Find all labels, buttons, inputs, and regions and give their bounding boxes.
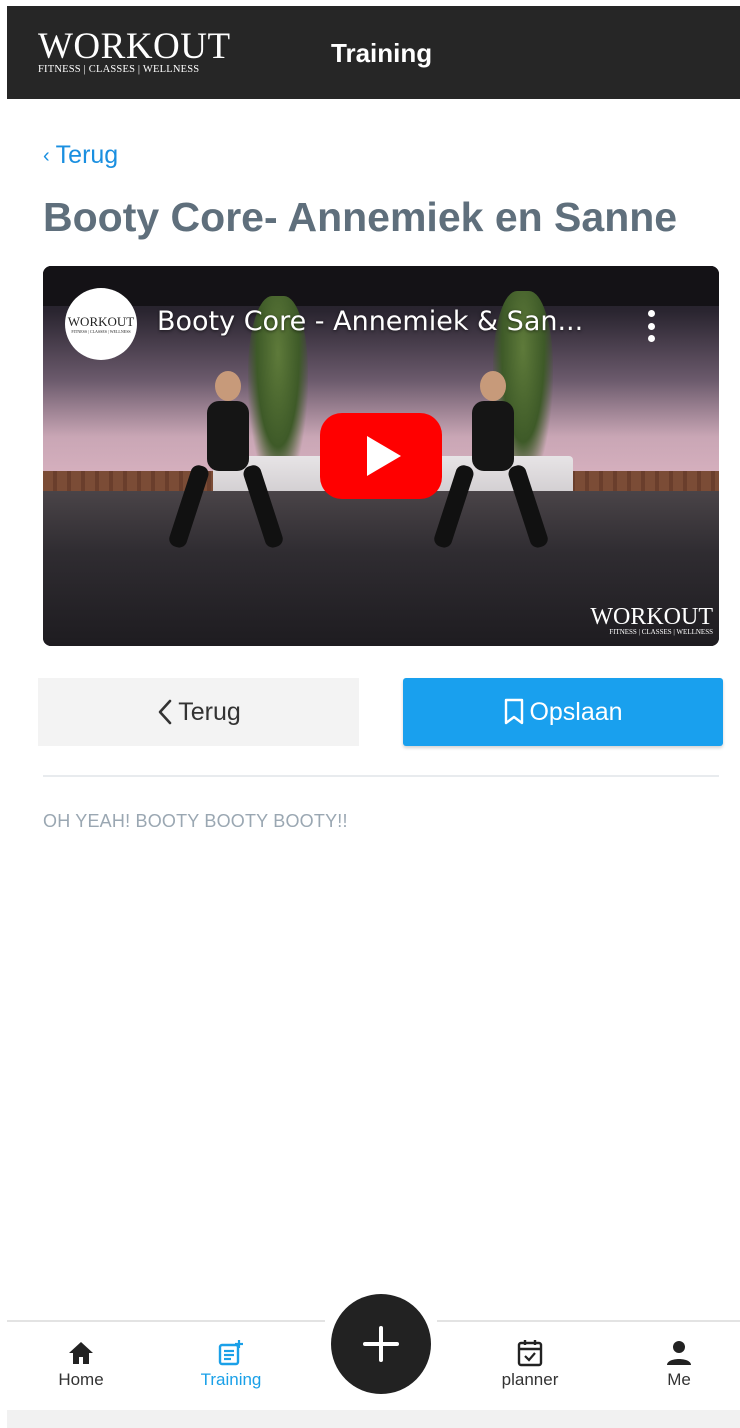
back-button[interactable]: Terug	[38, 678, 359, 746]
more-vert-icon[interactable]	[643, 310, 659, 342]
app-header: WORKOUT FITNESS | CLASSES | WELLNESS Tra…	[7, 6, 740, 99]
add-button[interactable]	[331, 1294, 431, 1394]
video-scene-person	[432, 371, 550, 551]
tab-training[interactable]: Training	[181, 1336, 281, 1390]
chevron-left-icon: ‹	[43, 144, 50, 167]
channel-avatar-sub: FITNESS | CLASSES | WELLNESS	[71, 328, 131, 334]
back-link[interactable]: ‹ Terug	[43, 141, 118, 170]
bookmark-icon	[505, 698, 524, 725]
divider	[43, 775, 719, 777]
channel-avatar-word: WORKOUT	[67, 313, 135, 329]
save-button[interactable]: Opslaan	[403, 678, 723, 746]
video-scene-person	[167, 371, 285, 551]
calendar-icon	[517, 1340, 543, 1367]
back-button-label: Terug	[178, 697, 241, 726]
training-icon	[218, 1340, 243, 1366]
tab-home[interactable]: Home	[31, 1336, 131, 1390]
logo-wordmark: WORKOUT	[38, 26, 231, 67]
plus-icon	[363, 1326, 399, 1362]
back-link-label: Terug	[55, 141, 119, 169]
save-button-label: Opslaan	[529, 697, 623, 726]
chevron-left-icon	[158, 699, 172, 725]
tab-planner-label: planner	[501, 1370, 559, 1389]
play-icon	[367, 436, 401, 476]
person-icon	[667, 1341, 691, 1365]
page-title: Booty Core- Annemiek en Sanne	[43, 194, 678, 240]
tab-home-label: Home	[58, 1370, 104, 1389]
tab-me[interactable]: Me	[629, 1336, 729, 1390]
watermark-word: WORKOUT	[590, 604, 713, 630]
video-watermark: WORKOUT FITNESS | CLASSES | WELLNESS	[583, 604, 713, 636]
workout-description: OH YEAH! BOOTY BOOTY BOOTY!!	[43, 811, 348, 831]
play-button[interactable]	[320, 413, 442, 499]
video-title[interactable]: Booty Core - Annemiek & San...	[157, 306, 627, 337]
tab-me-label: Me	[667, 1370, 691, 1389]
channel-avatar[interactable]: WORKOUT FITNESS | CLASSES | WELLNESS	[65, 288, 137, 360]
tab-training-label: Training	[200, 1370, 262, 1389]
system-bottom-bar	[7, 1410, 740, 1428]
video-scene-ceiling	[43, 266, 719, 306]
video-player[interactable]: WORKOUT FITNESS | CLASSES | WELLNESS Boo…	[43, 266, 719, 646]
workout-logo[interactable]: WORKOUT FITNESS | CLASSES | WELLNESS	[38, 26, 238, 76]
header-title: Training	[331, 38, 433, 68]
home-icon	[69, 1342, 93, 1364]
tab-planner[interactable]: planner	[480, 1336, 580, 1390]
